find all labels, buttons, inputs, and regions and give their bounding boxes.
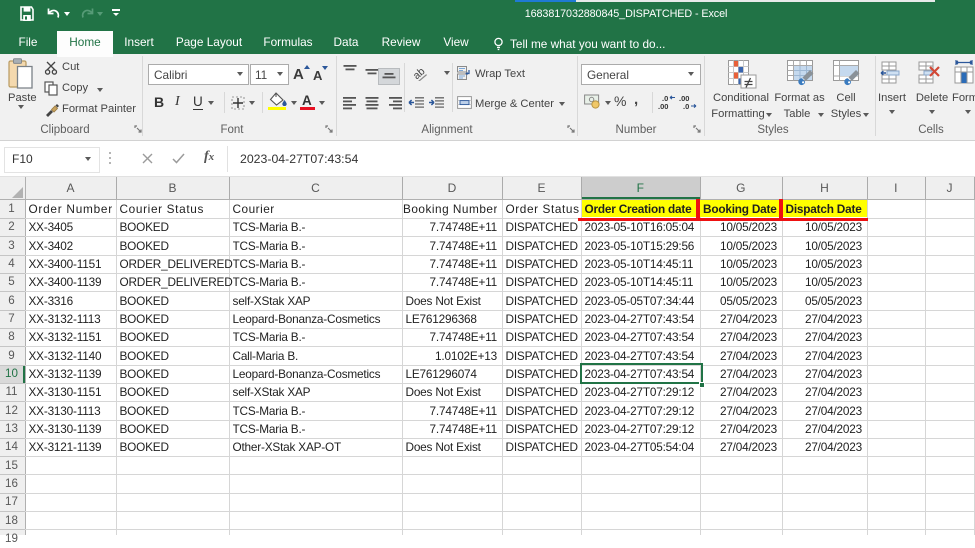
svg-text:.0: .0 xyxy=(683,102,689,110)
svg-text:ab: ab xyxy=(411,65,428,81)
svg-text:.00: .00 xyxy=(658,102,668,110)
